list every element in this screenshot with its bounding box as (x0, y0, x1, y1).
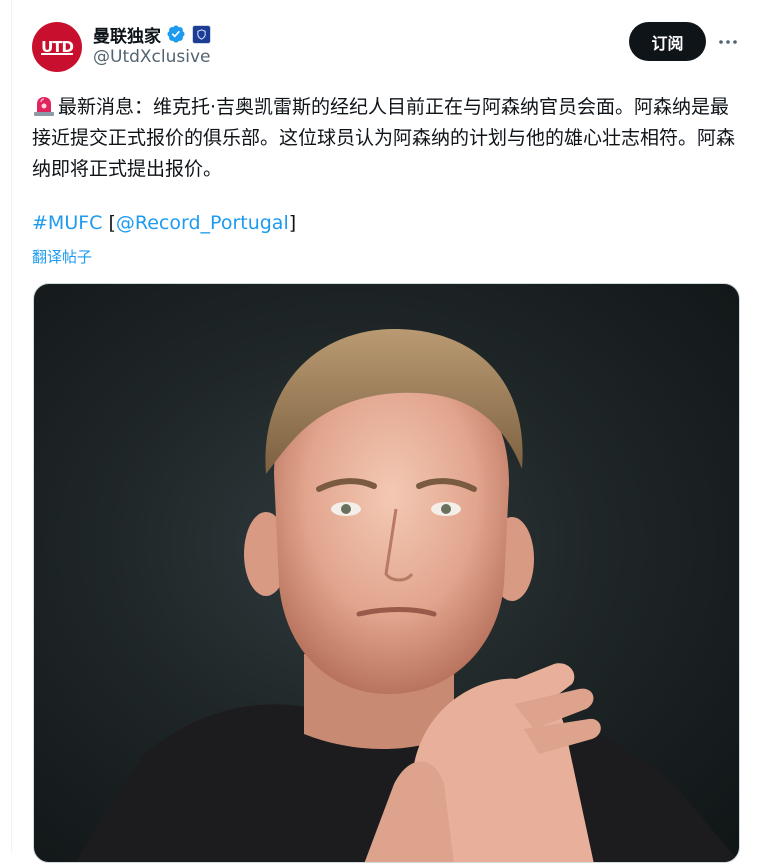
user-handle[interactable]: @UtdXclusive (93, 47, 211, 67)
tweet-tags: #MUFC [@Record_Portugal] (32, 212, 296, 234)
avatar[interactable]: UTD (32, 22, 82, 72)
verified-badge-icon[interactable] (166, 24, 186, 44)
tweet-body: 最新消息：维克托·吉奥凯雷斯的经纪人目前正在与阿森纳官员会面。阿森纳是最接近提交… (32, 92, 744, 185)
more-horizontal-icon[interactable] (716, 30, 740, 54)
rotating-light-emoji-icon (34, 97, 54, 116)
avatar-logo: UTD (41, 38, 74, 56)
tweet-container: UTD 曼联独家 @UtdXclusive 订阅 最新消息：维克托·吉奥凯雷斯的… (11, 0, 757, 863)
mention-link[interactable]: @Record_Portugal (116, 212, 289, 234)
player-photo (75, 329, 739, 862)
bracket-close: ] (288, 212, 297, 234)
affiliate-badge-icon[interactable] (192, 24, 211, 44)
author-name-row: 曼联独家 (93, 22, 211, 47)
display-name[interactable]: 曼联独家 (93, 22, 161, 47)
hashtag-link[interactable]: #MUFC (32, 212, 102, 234)
translate-post-link[interactable]: 翻译帖子 (32, 246, 92, 267)
tweet-media-image[interactable] (33, 283, 740, 863)
tweet-text: 最新消息：维克托·吉奥凯雷斯的经纪人目前正在与阿森纳官员会面。阿森纳是最接近提交… (32, 96, 736, 180)
bracket-open: [ (108, 212, 116, 234)
subscribe-button[interactable]: 订阅 (629, 22, 706, 61)
